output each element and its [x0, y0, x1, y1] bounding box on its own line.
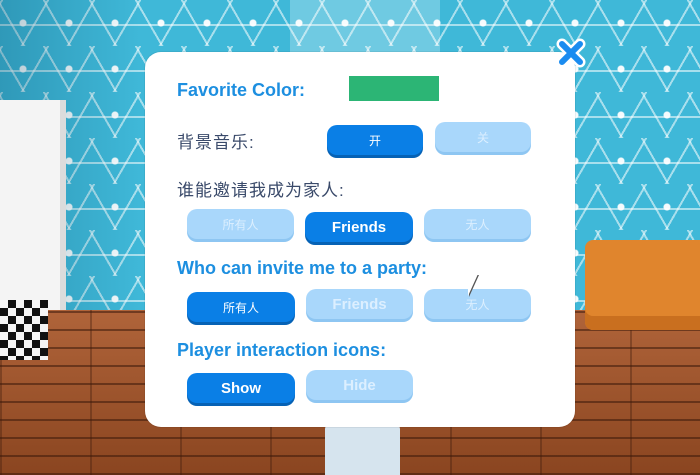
- checkered-tile: [0, 300, 48, 360]
- background-music-label: 背景音乐:: [177, 133, 255, 152]
- wall-pillar: [290, 0, 440, 60]
- close-button[interactable]: [554, 36, 588, 70]
- mouse-cursor-icon: [468, 274, 478, 296]
- party-invite-label: Who can invite me to a party:: [177, 258, 428, 278]
- family-invite-label: 谁能邀请我成为家人:: [177, 181, 345, 200]
- family-invite-friends-button[interactable]: Friends: [305, 212, 413, 242]
- family-invite-everyone-button[interactable]: 所有人: [187, 209, 294, 239]
- orange-couch: [585, 240, 700, 330]
- interaction-icons-label: Player interaction icons:: [177, 340, 387, 360]
- favorite-color-swatch[interactable]: [349, 76, 439, 101]
- party-invite-everyone-button[interactable]: 所有人: [187, 292, 295, 322]
- party-invite-friends-button[interactable]: Friends: [306, 289, 413, 319]
- close-icon: [556, 38, 586, 68]
- family-invite-nobody-button[interactable]: 无人: [424, 209, 531, 239]
- music-off-button[interactable]: 关: [435, 122, 531, 152]
- interaction-icons-show-button[interactable]: Show: [187, 373, 295, 403]
- interaction-icons-hide-button[interactable]: Hide: [306, 370, 413, 400]
- favorite-color-label: Favorite Color:: [177, 80, 306, 100]
- music-on-button[interactable]: 开: [327, 125, 423, 155]
- player-avatar: [325, 425, 400, 475]
